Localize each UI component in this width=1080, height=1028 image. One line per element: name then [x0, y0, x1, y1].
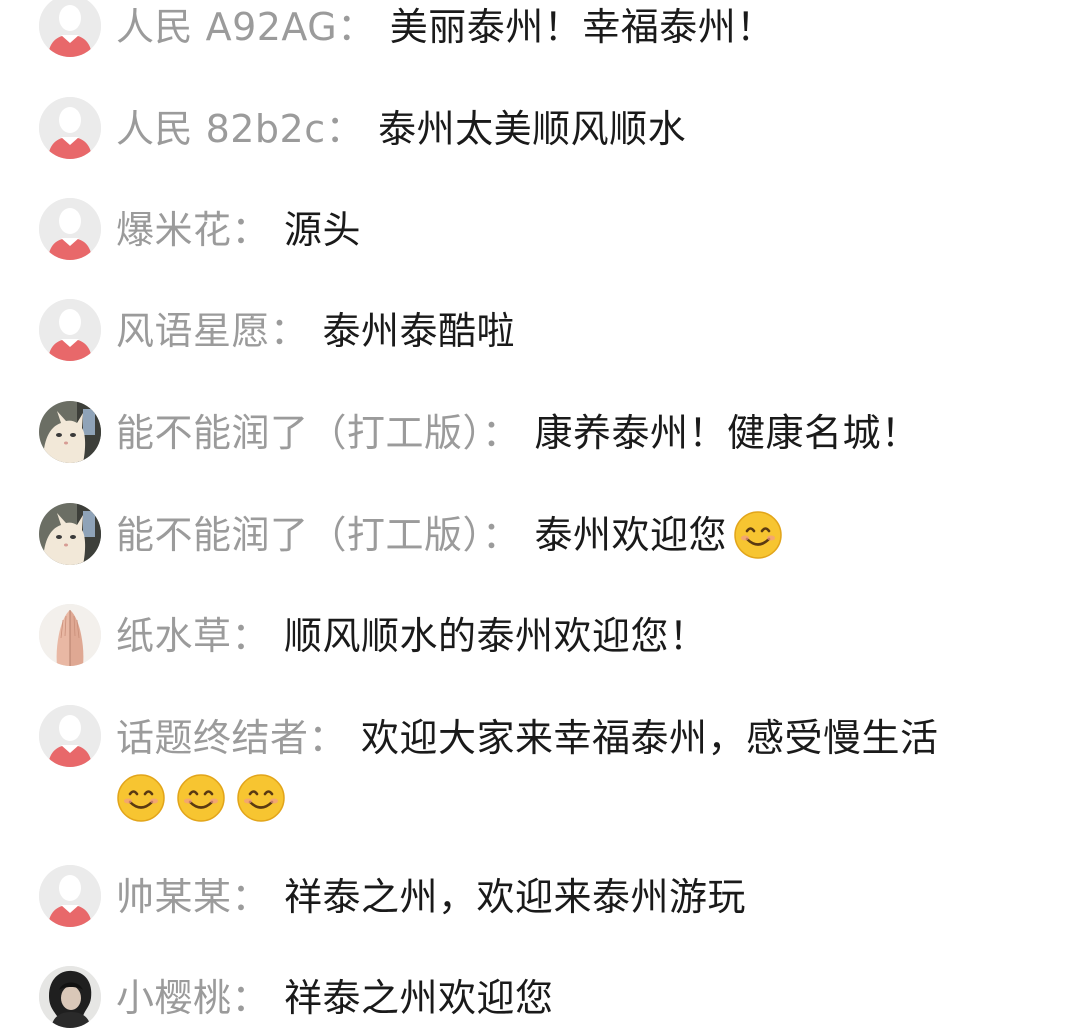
comment-username[interactable]: 纸水草 — [116, 614, 232, 658]
comment-line: 爆米花： 源头 — [116, 204, 361, 256]
comment-line: 话题终结者： 欢迎大家来幸福泰州，感受慢生活 — [116, 712, 939, 764]
comment-username[interactable]: 帅某某 — [116, 875, 232, 919]
comment-text: 源头 — [284, 208, 362, 252]
default-avatar-icon[interactable] — [39, 198, 101, 260]
comment-separator: ： — [482, 411, 521, 455]
comment-username[interactable]: 话题终结者 — [116, 716, 309, 760]
comment-separator: ： — [270, 309, 309, 353]
portrait-photo-avatar-icon[interactable] — [39, 966, 101, 1028]
comment-line: 纸水草： 顺风顺水的泰州欢迎您！ — [116, 610, 708, 662]
comment-line: 人民 82b2c： 泰州太美顺风顺水 — [116, 103, 686, 155]
comment-line: 能不能润了（打工版）： 泰州欢迎您 — [116, 509, 783, 563]
default-avatar-icon[interactable] — [39, 299, 101, 361]
default-avatar-icon[interactable] — [39, 705, 101, 767]
comment-text: 祥泰之州欢迎您 — [284, 976, 554, 1020]
comment-username[interactable]: 能不能润了（打工版） — [116, 411, 482, 455]
comment-username[interactable]: 人民 A92AG — [116, 5, 337, 49]
smiling-face-emoji-icon — [237, 774, 285, 822]
comment-text: 泰州太美顺风顺水 — [378, 107, 687, 151]
cat-photo-avatar-icon[interactable] — [39, 503, 101, 565]
comment-text: 泰州欢迎您 — [534, 513, 728, 557]
comment-text: 欢迎大家来幸福泰州，感受慢生活 — [361, 716, 939, 760]
comment-username[interactable]: 风语星愿 — [116, 309, 270, 353]
cat-photo-avatar-icon[interactable] — [39, 401, 101, 463]
comment-text: 顺风顺水的泰州欢迎您！ — [284, 614, 708, 658]
comment-line: 能不能润了（打工版）： 康养泰州！健康名城！ — [116, 407, 920, 459]
comment-line: 小樱桃： 祥泰之州欢迎您 — [116, 972, 554, 1024]
comment-separator: ： — [231, 976, 271, 1020]
comment-text: 美丽泰州！幸福泰州！ — [389, 5, 775, 49]
comment-line: 帅某某： 祥泰之州，欢迎来泰州游玩 — [116, 871, 746, 923]
smiling-face-emoji-icon — [117, 774, 165, 822]
comment-line: 人民 A92AG： 美丽泰州！幸福泰州！ — [116, 1, 775, 53]
comment-separator: ： — [231, 614, 271, 658]
comment-separator: ： — [325, 107, 365, 151]
comment-separator: ： — [231, 208, 271, 252]
comment-line: 风语星愿： 泰州泰酷啦 — [116, 305, 515, 357]
default-avatar-icon[interactable] — [39, 0, 101, 57]
comment-text: 泰州泰酷啦 — [322, 309, 516, 353]
comment-text: 祥泰之州，欢迎来泰州游玩 — [284, 875, 747, 919]
comment-username[interactable]: 人民 82b2c — [116, 107, 326, 151]
comment-separator: ： — [482, 513, 521, 557]
smiling-face-emoji-icon — [177, 774, 225, 822]
comment-separator: ： — [308, 716, 348, 760]
comment-separator: ： — [337, 5, 376, 49]
praying-hands-avatar-icon[interactable] — [39, 604, 101, 666]
emoji-line — [116, 773, 296, 823]
comment-separator: ： — [231, 875, 271, 919]
default-avatar-icon[interactable] — [39, 97, 101, 159]
comment-username[interactable]: 小樱桃 — [116, 976, 232, 1020]
comment-list: 人民 A92AG： 美丽泰州！幸福泰州！ 人民 82b2c： 泰州太美顺风顺水 爆米… — [0, 0, 1080, 1028]
comment-username[interactable]: 爆米花 — [116, 208, 232, 252]
default-avatar-icon[interactable] — [39, 865, 101, 927]
smiling-face-emoji-icon — [734, 510, 782, 559]
comment-text: 康养泰州！健康名城！ — [534, 411, 920, 455]
comment-username[interactable]: 能不能润了（打工版） — [116, 513, 482, 557]
